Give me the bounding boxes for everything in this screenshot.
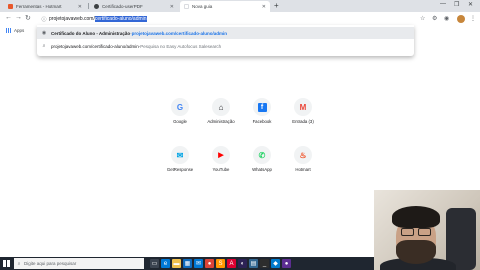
shortcut-facebook[interactable]: f Facebook (242, 98, 282, 124)
database-icon[interactable]: ▤ (249, 259, 258, 268)
taskbar-search-placeholder: Digite aqui para pesquisar (24, 261, 77, 266)
suggestion-item[interactable]: ◉ Certificado do Aluno - Administração -… (37, 27, 414, 39)
suggestion-url: projetojavaweb.com/certificado-aluno/adm… (51, 43, 139, 49)
tab-strip: Ferramentas - Hotmart ✕ Certificado-user… (0, 0, 480, 12)
tab-label: Ferramentas - Hotmart (16, 4, 62, 9)
shortcut-label: Hotmart (295, 167, 311, 172)
shortcut-label: YouTube (212, 167, 230, 172)
eclipse-icon[interactable]: ◐ (238, 259, 247, 268)
profile-avatar[interactable] (457, 15, 465, 23)
menu-dots-icon[interactable]: ⋮ (470, 15, 476, 22)
bookmark-apps[interactable]: Apps (6, 28, 24, 33)
globe-icon: ◉ (41, 30, 47, 36)
close-window-icon[interactable]: ✕ (468, 1, 473, 8)
shortcut-label: GetResponse (166, 167, 194, 172)
suggestion-hint: Pesquisa no Easy Autofocus Salesearch (140, 43, 222, 49)
tab-label: Nova guia (192, 4, 213, 9)
address-bar[interactable]: ⓘ projetojavaweb.com/certificado-aluno/a… (37, 13, 414, 25)
angular-icon[interactable]: A (227, 259, 236, 268)
suggestion-title: Certificado do Aluno - Administração (51, 30, 131, 36)
whatsapp-icon: ✆ (253, 146, 271, 164)
webcam-person-beard (396, 240, 436, 264)
home-icon: ⌂ (212, 98, 230, 116)
task-view-icon[interactable]: ▭ (150, 259, 159, 268)
search-icon: ⌕ (17, 261, 21, 266)
tab-label: Certificado-userPDF (102, 4, 143, 9)
webcam-person-hair (392, 206, 440, 228)
edge-icon[interactable]: e (161, 259, 170, 268)
terminal-icon[interactable]: _ (260, 259, 269, 268)
chrome-icon[interactable]: ● (205, 259, 214, 268)
tab-new-tab[interactable]: Nova guia ✕ (180, 1, 270, 12)
shortcut-label: Entrada (3) (292, 119, 314, 124)
suggestion-url: projetojavaweb.com/certificado-aluno/adm… (131, 30, 227, 36)
url-prefix: projetojavaweb.com/ (49, 16, 95, 22)
store-icon[interactable]: ▦ (183, 259, 192, 268)
close-tab-icon[interactable]: ✕ (170, 4, 174, 10)
suggestion-item[interactable]: ⌕ projetojavaweb.com/certificado-aluno/a… (37, 40, 414, 52)
apps-label: Apps (14, 28, 25, 33)
facebook-icon: f (253, 98, 271, 116)
hotmart-icon: ♨ (294, 146, 312, 164)
shortcut-entrada[interactable]: M Entrada (3) (283, 98, 323, 124)
shortcut-google[interactable]: G Google (160, 98, 200, 124)
url-selected-text: certificado-aluno/admin (94, 16, 147, 22)
windows-start-icon[interactable] (3, 260, 10, 267)
youtube-icon: ▶ (212, 146, 230, 164)
glasses-icon (418, 228, 431, 236)
document-favicon-icon (94, 4, 99, 9)
minimize-icon[interactable]: — (440, 1, 446, 7)
vscode-icon[interactable]: ◆ (271, 259, 280, 268)
shortcut-label: Facebook (252, 119, 272, 124)
shortcut-whatsapp[interactable]: ✆ WhatsApp (242, 146, 282, 172)
back-arrow-icon[interactable]: ← (5, 14, 12, 21)
sublime-icon[interactable]: S (216, 259, 225, 268)
shortcut-label: Google (173, 119, 187, 124)
maximize-icon[interactable]: ❐ (454, 1, 459, 8)
shortcut-label: Administração (207, 119, 235, 124)
extension-icon[interactable]: ⚙ (432, 15, 437, 22)
glasses-icon (401, 228, 414, 236)
shortcut-youtube[interactable]: ▶ YouTube (201, 146, 241, 172)
search-icon: ⌕ (42, 43, 46, 49)
mail-icon[interactable]: ✉ (194, 259, 203, 268)
google-icon: G (171, 98, 189, 116)
file-explorer-icon[interactable]: ▬ (172, 259, 181, 268)
new-tab-button[interactable]: + (274, 1, 279, 10)
shortcut-hotmart[interactable]: ♨ Hotmart (283, 146, 323, 172)
info-icon[interactable]: ⓘ (39, 16, 49, 23)
tab-separator (88, 3, 89, 9)
hotmart-favicon-icon (8, 4, 13, 9)
omnibox-suggestions: ◉ Certificado do Aluno - Administração -… (37, 25, 414, 56)
forward-arrow-icon[interactable]: → (15, 14, 22, 21)
camera-icon[interactable]: ● (282, 259, 291, 268)
webcam-overlay (374, 190, 480, 270)
shortcut-label: WhatsApp (252, 167, 272, 172)
gmail-icon: M (294, 98, 312, 116)
tab-hotmart[interactable]: Ferramentas - Hotmart ✕ (4, 1, 86, 12)
close-tab-icon[interactable]: ✕ (78, 4, 82, 10)
shortcut-getresponse[interactable]: ✉ GetResponse (160, 146, 200, 172)
getresponse-icon: ✉ (171, 146, 189, 164)
apps-grid-icon (6, 28, 11, 33)
taskbar-search-box[interactable]: ⌕ Digite aqui para pesquisar (14, 258, 144, 269)
address-bar-url[interactable]: projetojavaweb.com/certificado-aluno/adm… (49, 16, 147, 22)
shortcut-administracao[interactable]: ⌂ Administração (201, 98, 241, 124)
tab-certificado[interactable]: Certificado-userPDF ✕ (90, 1, 178, 12)
star-icon[interactable]: ☆ (420, 15, 425, 22)
reload-icon[interactable]: ↻ (25, 14, 31, 22)
extension-icon[interactable]: ◉ (444, 15, 449, 22)
close-tab-icon[interactable]: ✕ (262, 4, 266, 10)
new-tab-favicon-icon (184, 4, 189, 9)
